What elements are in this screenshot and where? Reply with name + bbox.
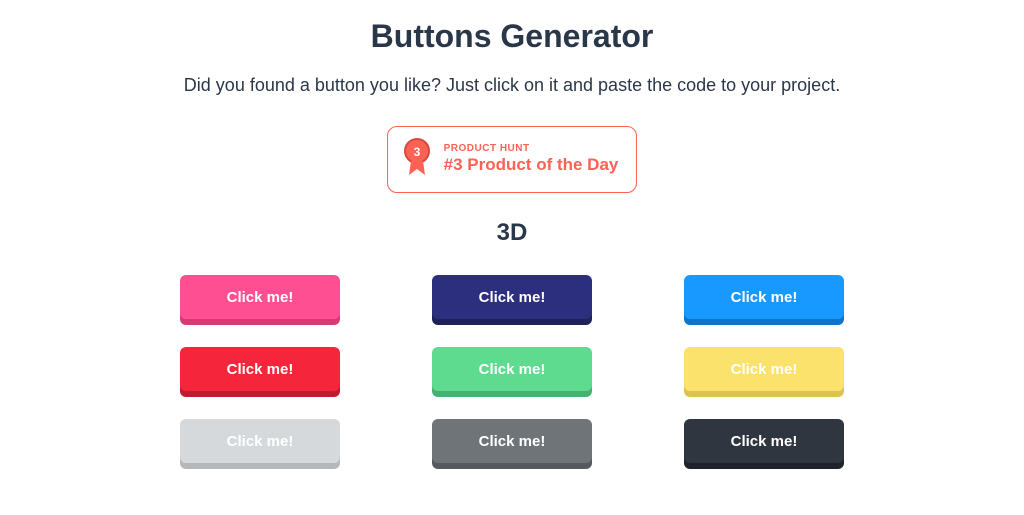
button-3d-lightgrey[interactable]: Click me! bbox=[180, 419, 340, 463]
badge-bottom-text: #3 Product of the Day bbox=[444, 155, 619, 175]
page-subtitle: Did you found a button you like? Just cl… bbox=[184, 75, 840, 96]
button-3d-green[interactable]: Click me! bbox=[432, 347, 592, 391]
badge-top-text: PRODUCT HUNT bbox=[444, 143, 619, 155]
product-hunt-badge[interactable]: 3 PRODUCT HUNT #3 Product of the Day bbox=[387, 126, 638, 193]
button-3d-grey[interactable]: Click me! bbox=[432, 419, 592, 463]
button-3d-blue[interactable]: Click me! bbox=[684, 275, 844, 319]
badge-text: PRODUCT HUNT #3 Product of the Day bbox=[444, 143, 619, 175]
button-3d-red[interactable]: Click me! bbox=[180, 347, 340, 391]
section-title: 3D bbox=[497, 219, 528, 247]
button-3d-pink[interactable]: Click me! bbox=[180, 275, 340, 319]
page-title: Buttons Generator bbox=[371, 18, 654, 55]
button-3d-yellow[interactable]: Click me! bbox=[684, 347, 844, 391]
award-icon: 3 bbox=[402, 137, 432, 182]
button-3d-navy[interactable]: Click me! bbox=[432, 275, 592, 319]
button-3d-dark[interactable]: Click me! bbox=[684, 419, 844, 463]
svg-text:3: 3 bbox=[413, 145, 420, 159]
buttons-grid: Click me! Click me! Click me! Click me! … bbox=[180, 275, 844, 463]
